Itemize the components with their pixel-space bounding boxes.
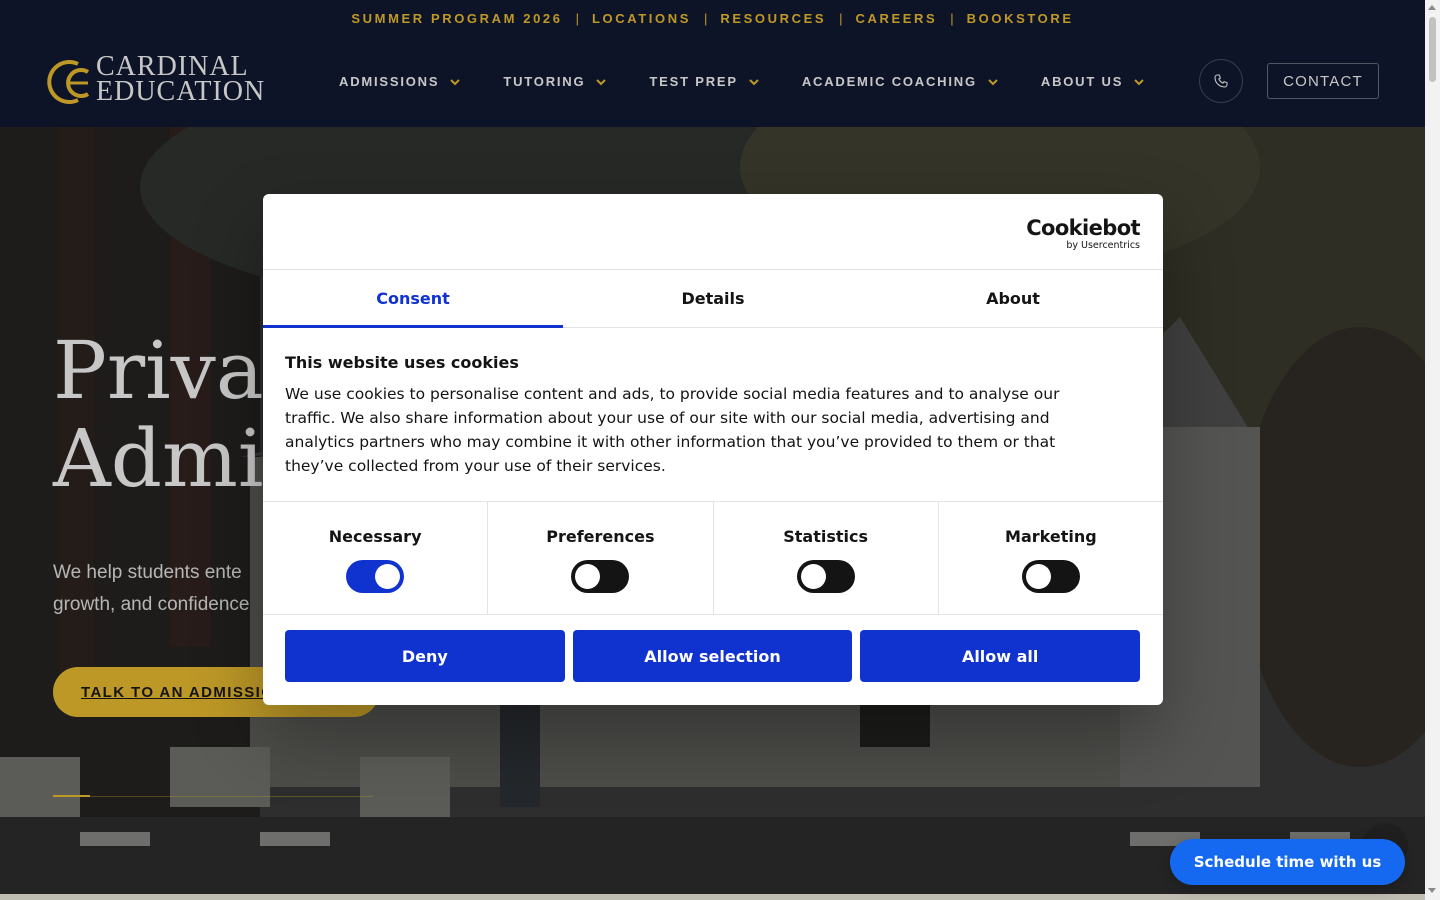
page-scrollbar[interactable] — [1425, 0, 1440, 900]
schedule-time-button[interactable]: Schedule time with us — [1170, 839, 1405, 885]
cookie-category-toggles: Necessary Preferences Statistics Marketi… — [263, 501, 1163, 615]
tab-details[interactable]: Details — [563, 270, 863, 327]
toggle-knob — [800, 564, 826, 589]
toggle-label: Necessary — [328, 527, 422, 546]
cookiebot-name: Cookiebot — [1026, 216, 1140, 240]
tab-consent[interactable]: Consent — [263, 270, 563, 328]
toggle-knob — [575, 564, 601, 589]
scrollbar-thumb[interactable] — [1429, 17, 1436, 82]
tab-about[interactable]: About — [863, 270, 1163, 327]
toggle-label: Statistics — [783, 527, 868, 546]
toggle-cell-marketing: Marketing — [939, 502, 1163, 614]
scroll-down-arrow-icon[interactable] — [1428, 888, 1436, 893]
cookie-action-buttons: Deny Allow selection Allow all — [285, 630, 1141, 682]
toggle-label: Preferences — [546, 527, 655, 546]
cookie-dialog-title: This website uses cookies — [285, 353, 519, 372]
marketing-toggle[interactable] — [1021, 560, 1080, 593]
toggle-cell-statistics: Statistics — [714, 502, 939, 614]
toggle-cell-necessary: Necessary — [263, 502, 489, 614]
allow-all-button[interactable]: Allow all — [860, 630, 1141, 682]
necessary-toggle[interactable] — [346, 560, 405, 593]
toggle-knob — [375, 564, 401, 589]
toggle-cell-preferences: Preferences — [488, 502, 714, 614]
cookie-consent-dialog: Cookiebot by Usercentrics Consent Detail… — [263, 194, 1163, 705]
toggle-knob — [1025, 564, 1051, 589]
cookiebot-by-line: by Usercentrics — [1066, 240, 1140, 251]
cookie-tabs: Consent Details About — [263, 269, 1163, 328]
toggle-label: Marketing — [1005, 527, 1097, 546]
cookiebot-logo[interactable]: Cookiebot by Usercentrics — [1026, 216, 1140, 251]
deny-button[interactable]: Deny — [285, 630, 565, 682]
allow-selection-button[interactable]: Allow selection — [572, 630, 853, 682]
scroll-up-arrow-icon[interactable] — [1428, 5, 1436, 10]
preferences-toggle[interactable] — [571, 560, 630, 593]
statistics-toggle[interactable] — [796, 560, 855, 593]
cookie-dialog-body: We use cookies to personalise content an… — [285, 385, 1060, 475]
